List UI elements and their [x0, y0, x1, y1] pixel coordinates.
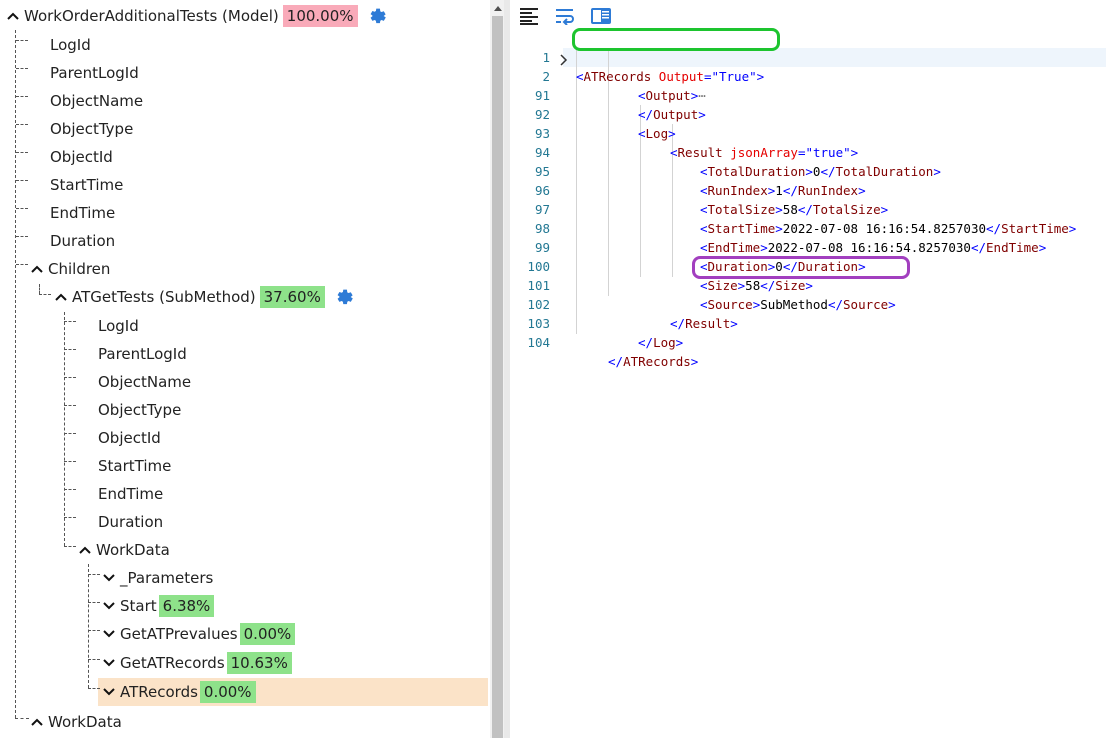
tree-leaf[interactable]: ObjectType [50, 116, 133, 142]
chevron-up-icon[interactable] [52, 288, 70, 306]
purple-highlight-box [692, 256, 910, 279]
tree-leaf[interactable]: ObjectId [50, 144, 113, 170]
tree-node-workdata[interactable]: WorkData [76, 537, 170, 563]
format-align-icon[interactable] [518, 6, 540, 26]
tree-leaf[interactable]: EndTime [50, 200, 115, 226]
percent-badge: 37.60% [259, 286, 325, 308]
code-line[interactable]: 92 <Log> [510, 86, 1106, 141]
field-label: ObjectName [98, 373, 192, 391]
field-label: ObjectType [98, 401, 182, 419]
field-label: EndTime [50, 204, 116, 222]
tree-node-label: WorkOrderAdditionalTests (Model) [24, 7, 279, 25]
code-line[interactable]: 96 <TotalSize>58</TotalSize> [510, 162, 1106, 217]
tree-node-label: Children [48, 260, 111, 278]
tree-node-label: ATRecords [120, 683, 198, 701]
line-number: 104 [527, 335, 550, 350]
field-label: ParentLogId [98, 345, 187, 363]
field-label: StartTime [50, 176, 124, 194]
editor-toolbar [518, 5, 612, 27]
tree-guide [39, 294, 51, 295]
tree-guide [15, 718, 29, 719]
tree-leaf[interactable]: Duration [50, 228, 115, 254]
field-label: Duration [98, 513, 164, 531]
xml-editor-panel: 1 <ATRecords Output="True"> 2 <Output>⋯ … [510, 0, 1106, 738]
tree-node-submethod[interactable]: ATGetTests (SubMethod) 37.60% [52, 284, 355, 310]
percent-badge: 100.00% [282, 5, 358, 27]
field-label: ObjectId [98, 429, 161, 447]
green-highlight-box [572, 28, 780, 51]
code-line[interactable]: 98 <EndTime>2022-07-08 16:16:54.8257030<… [510, 200, 1106, 255]
code-line[interactable]: 95 <RunIndex>1</RunIndex> [510, 143, 1106, 198]
tree-guide [15, 30, 16, 718]
tree-leaf[interactable]: ParentLogId [98, 341, 187, 367]
code-line[interactable]: 91 </Output> [510, 67, 1106, 122]
tree-node-label: GetATRecords [120, 654, 225, 672]
chevron-up-icon[interactable] [4, 7, 22, 25]
code-line[interactable]: 103 </Log> [510, 295, 1106, 350]
tree-guide [88, 564, 89, 688]
scrollbar-thumb[interactable] [492, 16, 503, 738]
gear-icon[interactable] [366, 5, 388, 27]
tree-leaf[interactable]: Duration [98, 509, 163, 535]
tree-node-label: WorkData [48, 713, 122, 731]
tree-leaf[interactable]: LogId [98, 313, 139, 339]
field-label: ParentLogId [50, 64, 139, 82]
field-label: ObjectType [50, 120, 134, 138]
tree-leaf[interactable]: ObjectName [50, 88, 143, 114]
code-line[interactable]: 93 <Result jsonArray="true"> [510, 105, 1106, 160]
tree-node-label: _Parameters [120, 569, 214, 587]
code-line[interactable]: 99 <Duration>0</Duration> [510, 219, 1106, 274]
percent-badge: 0.00% [239, 623, 296, 645]
tree-node-workdata-root[interactable]: WorkData [28, 709, 122, 735]
tree-node-label: WorkData [96, 541, 170, 559]
tree-leaf[interactable]: LogId [50, 32, 91, 58]
chevron-down-icon[interactable] [100, 625, 118, 643]
chevron-down-icon[interactable] [100, 569, 118, 587]
chevron-down-icon[interactable] [100, 683, 118, 701]
tree-node-label: GetATPrevalues [120, 625, 238, 643]
code-line[interactable]: 104 </ATRecords> [510, 314, 1106, 369]
field-label: LogId [98, 317, 139, 335]
chevron-up-icon[interactable] [28, 713, 46, 731]
tree-leaf[interactable]: ObjectId [98, 425, 161, 451]
tree-leaf[interactable]: StartTime [50, 172, 123, 198]
chevron-down-icon[interactable] [100, 654, 118, 672]
word-wrap-icon[interactable] [554, 6, 576, 26]
scroll-up-arrow-icon[interactable] [492, 3, 503, 13]
tree-leaf[interactable]: ObjectName [98, 369, 191, 395]
percent-badge: 0.00% [199, 681, 256, 703]
chevron-up-icon[interactable] [28, 260, 46, 278]
gear-icon[interactable] [333, 286, 355, 308]
chevron-up-icon[interactable] [76, 541, 94, 559]
field-label: ObjectId [50, 148, 113, 166]
field-label: ObjectName [50, 92, 144, 110]
code-line[interactable]: 97 <StartTime>2022-07-08 16:16:54.825703… [510, 181, 1106, 236]
tree-node-root[interactable]: WorkOrderAdditionalTests (Model) 100.00% [4, 3, 388, 29]
tree-node-getatprevalues[interactable]: GetATPrevalues 0.00% [100, 621, 296, 647]
tree-node-start[interactable]: Start 6.38% [100, 593, 215, 619]
tree-node-children[interactable]: Children [28, 256, 110, 282]
field-label: EndTime [98, 485, 164, 503]
field-label: Duration [50, 232, 116, 250]
tree-leaf[interactable]: ParentLogId [50, 60, 139, 86]
field-label: LogId [50, 36, 91, 54]
tree-panel: WorkOrderAdditionalTests (Model) 100.00%… [0, 0, 490, 738]
panel-toggle-icon[interactable] [590, 6, 612, 26]
field-label: StartTime [98, 457, 172, 475]
tree-leaf[interactable]: EndTime [98, 481, 163, 507]
tree-node-label: Start [120, 597, 157, 615]
percent-badge: 6.38% [158, 595, 215, 617]
tree-node-getatrecords[interactable]: GetATRecords 10.63% [100, 650, 292, 676]
tree-leaf[interactable]: StartTime [98, 453, 171, 479]
tree-guide [39, 284, 40, 294]
percent-badge: 10.63% [226, 652, 292, 674]
code-line[interactable]: 94 <TotalDuration>0</TotalDuration> [510, 124, 1106, 179]
tree-guide [64, 312, 65, 546]
chevron-down-icon[interactable] [100, 597, 118, 615]
code-line[interactable]: 100 <Size>58</Size> [510, 238, 1106, 293]
tree-node-parameters[interactable]: _Parameters [100, 565, 213, 591]
tree-leaf[interactable]: ObjectType [98, 397, 181, 423]
tree-node-atrecords-selected[interactable]: ATRecords 0.00% [100, 679, 256, 705]
tree-node-label: ATGetTests (SubMethod) [72, 288, 256, 306]
